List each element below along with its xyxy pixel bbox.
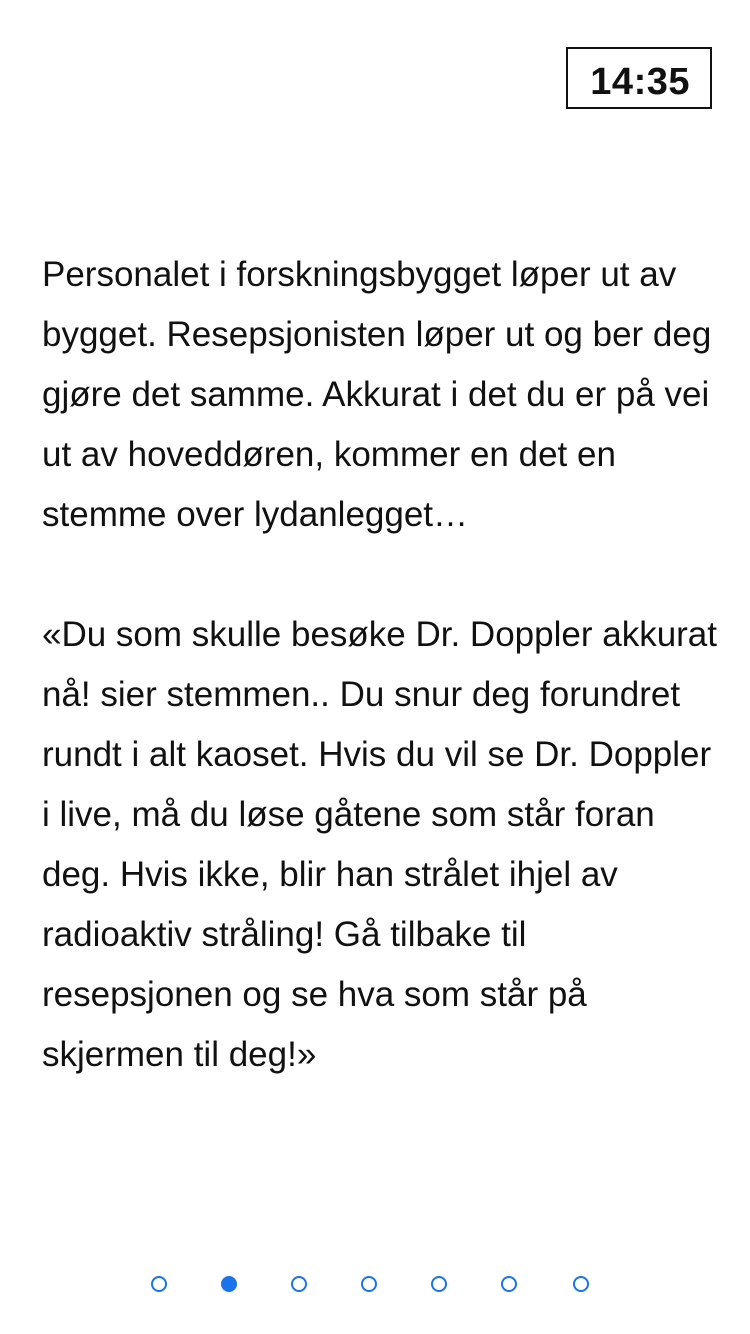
page-dot-6[interactable] (501, 1276, 517, 1292)
story-paragraph-2: «Du som skulle besøke Dr. Doppler akkura… (42, 615, 717, 1074)
page-dot-1[interactable] (151, 1276, 167, 1292)
page-dot-2[interactable] (221, 1276, 237, 1292)
page-dot-5[interactable] (431, 1276, 447, 1292)
countdown-timer: 14:35 (566, 47, 712, 109)
page-dot-3[interactable] (291, 1276, 307, 1292)
page-dot-4[interactable] (361, 1276, 377, 1292)
story-paragraph-1: Personalet i forskningsbygget løper ut a… (42, 255, 712, 534)
page-dot-7[interactable] (573, 1276, 589, 1292)
story-text: Personalet i forskningsbygget løper ut a… (42, 245, 722, 1085)
timer-value: 14:35 (590, 60, 690, 103)
page-indicator (0, 1276, 750, 1296)
